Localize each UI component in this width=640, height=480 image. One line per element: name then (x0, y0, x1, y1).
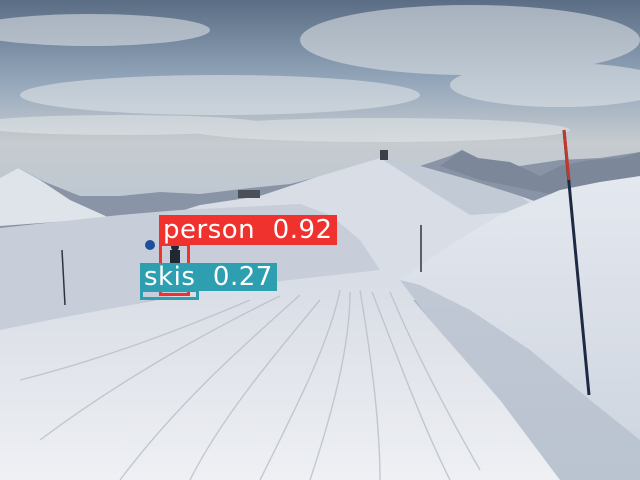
person-label-name: person (163, 215, 256, 245)
person-label-score: 0.92 (272, 215, 333, 245)
detection-image: person 0.92 skis 0.27 (0, 0, 640, 480)
skis-label: skis 0.27 (140, 263, 277, 291)
skis-label-name: skis (144, 262, 196, 292)
lift-station (238, 190, 260, 198)
summit-building (380, 150, 388, 160)
skis-label-score: 0.27 (212, 262, 273, 292)
piste-sign (145, 240, 155, 250)
person-label: person 0.92 (159, 215, 337, 245)
